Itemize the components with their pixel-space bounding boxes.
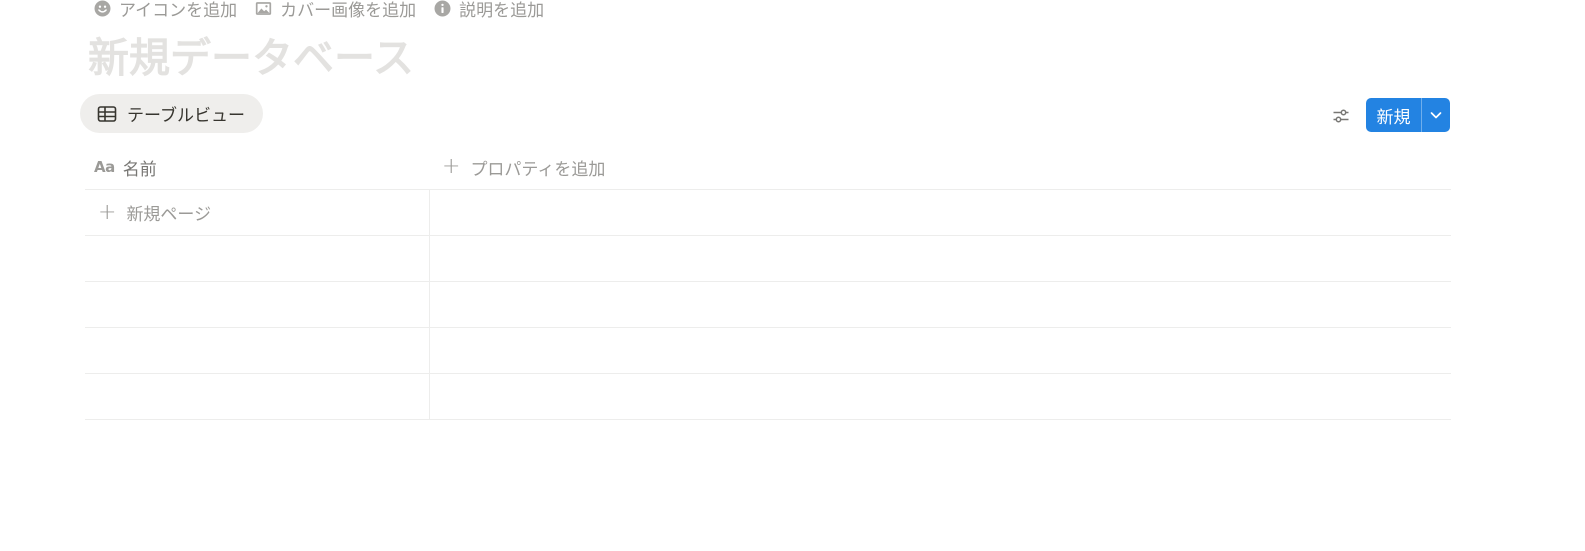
- add-icon-button[interactable]: アイコンを追加: [94, 0, 237, 21]
- new-page-label: 新規ページ: [126, 205, 212, 225]
- table-icon: [97, 105, 117, 122]
- new-dropdown-button[interactable]: [1422, 98, 1450, 132]
- database-title[interactable]: 新規データベース: [88, 34, 414, 82]
- smiley-icon: [94, 0, 111, 16]
- database-table: Aa 名前 + プロパティを追加 + 新規ページ: [85, 145, 1451, 420]
- new-page-button[interactable]: + 新規ページ: [85, 190, 430, 235]
- table-row: [85, 374, 1451, 420]
- tab-label: テーブルビュー: [127, 106, 245, 126]
- column-label: 名前: [122, 159, 157, 180]
- table-cell[interactable]: [430, 190, 1451, 235]
- table-row: [85, 236, 1451, 282]
- add-description-button[interactable]: 説明を追加: [434, 0, 544, 21]
- table-cell[interactable]: [85, 236, 430, 281]
- table-cell[interactable]: [430, 236, 1451, 281]
- new-button-group: 新規: [1366, 98, 1450, 132]
- table-cell[interactable]: [430, 282, 1451, 327]
- add-cover-label: カバー画像を追加: [280, 0, 417, 21]
- tab-table-view[interactable]: テーブルビュー: [80, 94, 263, 133]
- table-cell[interactable]: [430, 328, 1451, 373]
- table-header: Aa 名前 + プロパティを追加: [85, 145, 1451, 190]
- new-button[interactable]: 新規: [1366, 98, 1421, 132]
- view-settings-button[interactable]: [1330, 105, 1352, 127]
- page-actions-bar: アイコンを追加 カバー画像を追加 説明を追加: [94, 0, 562, 21]
- table-cell[interactable]: [430, 374, 1451, 419]
- sliders-icon: [1333, 109, 1349, 123]
- add-property-button[interactable]: + プロパティを追加: [430, 145, 1451, 189]
- column-header-name[interactable]: Aa 名前: [85, 145, 430, 189]
- add-cover-button[interactable]: カバー画像を追加: [255, 0, 416, 21]
- database-page: アイコンを追加 カバー画像を追加 説明を追加 新規データベース テーブルビュー …: [0, 0, 1585, 551]
- table-cell[interactable]: [85, 328, 430, 373]
- plus-icon: +: [98, 199, 117, 225]
- plus-icon: +: [442, 154, 461, 179]
- table-row: [85, 328, 1451, 374]
- chevron-down-icon: [1430, 112, 1442, 119]
- table-cell[interactable]: [85, 282, 430, 327]
- add-property-label: プロパティを追加: [470, 159, 606, 180]
- image-icon: [256, 1, 272, 15]
- info-icon: [434, 0, 451, 16]
- table-cell[interactable]: [85, 374, 430, 419]
- text-property-icon: Aa: [94, 158, 115, 176]
- table-row: + 新規ページ: [85, 190, 1451, 236]
- table-row: [85, 282, 1451, 328]
- add-icon-label: アイコンを追加: [119, 0, 238, 21]
- add-description-label: 説明を追加: [459, 0, 545, 21]
